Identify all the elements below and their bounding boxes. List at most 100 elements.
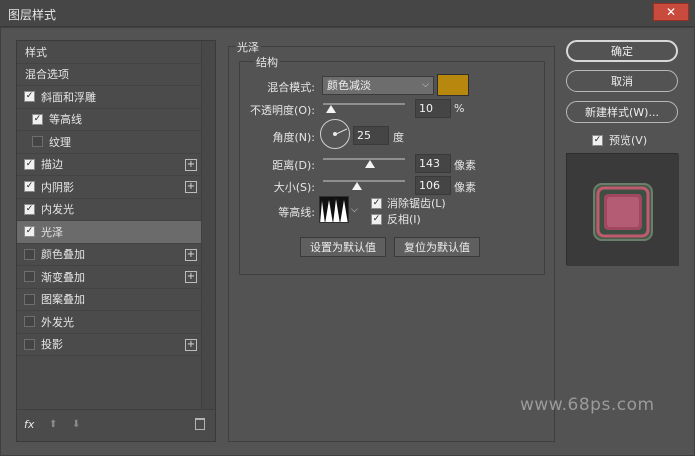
checkbox-icon[interactable]	[24, 248, 35, 260]
group-title: 结构	[254, 54, 280, 70]
style-item-11[interactable]: 图案叠加	[17, 289, 201, 311]
style-item-label: 颜色叠加	[41, 248, 85, 262]
style-item-1[interactable]: 混合选项	[17, 64, 201, 86]
contour-preview[interactable]	[319, 196, 349, 223]
invert-checkbox[interactable]: ✓ 反相(I)	[371, 211, 421, 227]
checkbox-icon[interactable]	[24, 271, 35, 283]
style-item-label: 内发光	[41, 203, 74, 217]
distance-slider-thumb[interactable]	[364, 160, 375, 168]
blend-mode-label: 混合模式:	[267, 81, 315, 94]
checkbox-icon[interactable]: ✓	[24, 158, 35, 170]
check-mark-icon: ✓	[25, 203, 34, 214]
style-item-label: 内阴影	[41, 180, 74, 194]
style-item-label: 光泽	[41, 225, 63, 239]
check-mark-icon: ✓	[25, 91, 34, 102]
blend-mode-select[interactable]: 颜色减淡 ⌵	[322, 76, 434, 95]
style-item-8[interactable]: ✓ 光泽	[17, 221, 201, 244]
close-button[interactable]: ✕	[653, 3, 689, 21]
style-item-2[interactable]: ✓ 斜面和浮雕	[17, 86, 201, 109]
size-unit: 像素	[454, 181, 476, 194]
make-default-button[interactable]: 设置为默认值	[300, 237, 386, 257]
angle-unit: 度	[393, 131, 404, 144]
size-slider-thumb[interactable]	[352, 182, 363, 190]
style-item-label: 外发光	[41, 315, 74, 329]
blend-mode-value: 颜色减淡	[327, 79, 371, 92]
title-bar: 图层样式 ✕	[0, 0, 695, 27]
reset-default-button[interactable]: 复位为默认值	[394, 237, 480, 257]
checkbox-icon[interactable]: ✓	[24, 203, 35, 215]
style-item-label: 渐变叠加	[41, 270, 85, 284]
size-slider-track[interactable]	[323, 180, 405, 182]
style-item-label: 投影	[41, 338, 63, 352]
styles-list: 样式 混合选项 ✓ 斜面和浮雕 ✓ 等高线 纹理 ✓ 描边 + ✓ 内阴影 + ✓ 内发光 ✓ 光泽 颜色叠加 + 渐…	[17, 41, 201, 356]
style-item-label: 等高线	[49, 113, 82, 127]
angle-dial-center	[333, 132, 337, 136]
invert-label: 反相(I)	[387, 213, 421, 226]
move-down-icon[interactable]: ⬇	[72, 419, 80, 430]
preview-check-icon: ✓	[592, 134, 603, 146]
preview-label: 预览(V)	[609, 134, 648, 147]
add-instance-icon[interactable]: +	[185, 158, 197, 171]
angle-input[interactable]: 25	[353, 126, 389, 145]
checkbox-icon[interactable]	[32, 136, 43, 148]
style-item-label: 描边	[41, 158, 63, 172]
style-item-4[interactable]: 纹理	[17, 131, 201, 154]
new-style-button[interactable]: 新建样式(W)...	[566, 101, 678, 123]
style-item-3[interactable]: ✓ 等高线	[17, 109, 201, 131]
style-item-6[interactable]: ✓ 内阴影 +	[17, 176, 201, 199]
style-item-12[interactable]: 外发光	[17, 311, 201, 334]
satin-panel: 光泽 结构 混合模式: 颜色减淡 ⌵ 不透明度(O): 10 % 角度(N): …	[228, 39, 555, 442]
distance-label: 距离(D):	[272, 159, 315, 172]
add-instance-icon[interactable]: +	[185, 248, 197, 261]
size-input[interactable]: 106	[415, 176, 451, 195]
checkbox-icon[interactable]	[24, 293, 35, 305]
checkbox-icon[interactable]: ✓	[32, 113, 43, 125]
style-item-0[interactable]: 样式	[17, 41, 201, 64]
contour-curve-icon	[320, 197, 348, 222]
style-item-10[interactable]: 渐变叠加 +	[17, 266, 201, 289]
styles-scrollbar[interactable]	[201, 41, 215, 409]
ok-button[interactable]: 确定	[566, 40, 678, 62]
add-instance-icon[interactable]: +	[185, 181, 197, 193]
opacity-unit: %	[454, 102, 465, 115]
trash-icon[interactable]	[195, 418, 205, 430]
preview-checkbox[interactable]: ✓ 预览(V)	[592, 132, 647, 148]
distance-input[interactable]: 143	[415, 154, 451, 173]
angle-dial[interactable]	[320, 119, 350, 149]
contour-chevron-icon[interactable]: ⌵	[351, 205, 358, 215]
contour-label: 等高线:	[278, 206, 315, 219]
styles-panel: 样式 混合选项 ✓ 斜面和浮雕 ✓ 等高线 纹理 ✓ 描边 + ✓ 内阴影 + ✓ 内发光 ✓ 光泽 颜色叠加 + 渐…	[16, 40, 216, 442]
style-item-9[interactable]: 颜色叠加 +	[17, 244, 201, 266]
check-mark-icon: ✓	[25, 226, 34, 237]
checkbox-icon[interactable]: ✓	[24, 91, 35, 103]
style-item-label: 混合选项	[25, 68, 69, 82]
check-mark-icon: ✓	[33, 113, 42, 124]
checkbox-icon[interactable]	[24, 338, 35, 350]
style-item-5[interactable]: ✓ 描边 +	[17, 154, 201, 176]
check-mark-icon: ✓	[25, 158, 34, 169]
add-instance-icon[interactable]: +	[185, 271, 197, 283]
style-item-label: 斜面和浮雕	[41, 90, 96, 104]
style-item-7[interactable]: ✓ 内发光	[17, 199, 201, 221]
section-title: 光泽	[235, 39, 261, 55]
style-item-13[interactable]: 投影 +	[17, 334, 201, 356]
anti-alias-check-icon: ✓	[371, 197, 382, 209]
style-item-label: 样式	[25, 45, 47, 59]
checkbox-icon[interactable]: ✓	[24, 226, 35, 238]
move-up-icon[interactable]: ⬆	[49, 419, 57, 430]
checkbox-icon[interactable]: ✓	[24, 181, 35, 193]
opacity-slider-thumb[interactable]	[326, 105, 337, 113]
check-mark-icon: ✓	[25, 181, 34, 192]
add-instance-icon[interactable]: +	[185, 338, 197, 351]
watermark: www.68ps.com	[520, 395, 655, 415]
opacity-input[interactable]: 10	[415, 99, 451, 118]
checkbox-icon[interactable]	[24, 316, 35, 328]
size-label: 大小(S):	[273, 181, 315, 194]
color-swatch[interactable]	[437, 74, 469, 96]
anti-alias-checkbox[interactable]: ✓ 消除锯齿(L)	[371, 195, 446, 211]
cancel-button[interactable]: 取消	[566, 70, 678, 92]
anti-alias-label: 消除锯齿(L)	[387, 197, 446, 210]
styles-toolbar: fx ⬆ ⬇	[17, 409, 215, 441]
fx-menu-button[interactable]: fx	[24, 418, 34, 431]
close-icon: ✕	[665, 5, 677, 19]
